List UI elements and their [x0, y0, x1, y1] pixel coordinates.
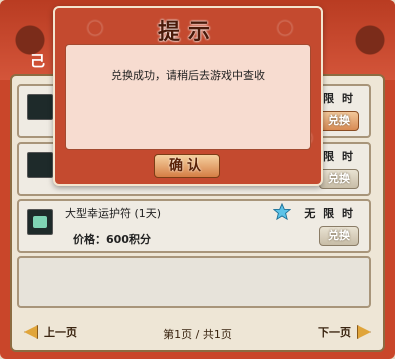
amulet-icon — [27, 209, 53, 235]
exchange-button[interactable]: 兑换 — [319, 111, 359, 131]
dialog-message: 兑换成功，请稍后去游戏中查收 — [111, 69, 265, 82]
limit-label: 限 时 — [323, 92, 355, 105]
item-icon — [27, 94, 53, 120]
empty-item-slot — [17, 256, 371, 308]
item-card: 大型幸运护符 (1天) 无 限 时 价格：600积分 兑换 — [17, 199, 371, 253]
next-page-label: 下一页 — [318, 326, 351, 339]
limit-label: 限 时 — [323, 150, 355, 163]
next-page-button[interactable]: 下一页 — [318, 324, 371, 340]
pagination: 上一页 第1页 / 共1页 下一页 — [10, 316, 385, 350]
exchange-button-disabled[interactable]: 兑换 — [319, 226, 359, 246]
item-price: 价格：600积分 — [73, 233, 151, 246]
star-icon — [273, 203, 291, 221]
dialog-body: 兑换成功，请稍后去游戏中查收 — [65, 44, 311, 150]
arrow-right-icon — [357, 325, 371, 339]
limit-label: 无 限 时 — [304, 207, 355, 220]
exchange-button-disabled[interactable]: 兑换 — [319, 169, 359, 189]
notice-dialog: 提示 兑换成功，请稍后去游戏中查收 确认 — [53, 6, 323, 186]
dialog-title: 提示 — [157, 20, 218, 45]
item-icon — [27, 152, 53, 178]
item-name: 大型幸运护符 (1天) — [65, 207, 162, 220]
confirm-button[interactable]: 确认 — [154, 154, 220, 178]
